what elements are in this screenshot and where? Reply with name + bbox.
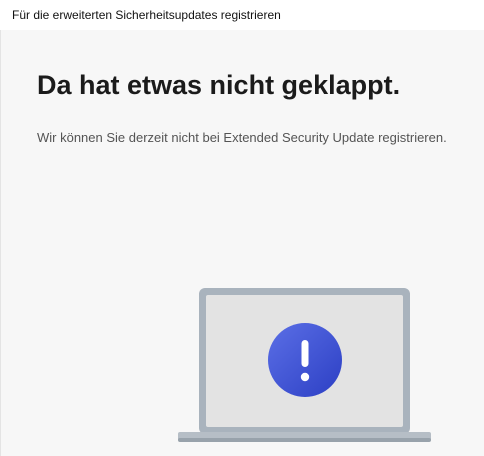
enrollment-window: Für die erweiterten Sicherheitsupdates r… xyxy=(0,0,484,456)
error-message: Wir können Sie derzeit nicht bei Extende… xyxy=(37,130,447,145)
error-heading: Da hat etwas nicht geklappt. xyxy=(37,70,401,100)
error-illustration xyxy=(178,288,431,442)
exclamation-icon xyxy=(268,323,342,397)
window-title: Für die erweiterten Sicherheitsupdates r… xyxy=(12,8,281,22)
title-bar[interactable]: Für die erweiterten Sicherheitsupdates r… xyxy=(0,0,484,30)
window-border xyxy=(0,30,1,456)
